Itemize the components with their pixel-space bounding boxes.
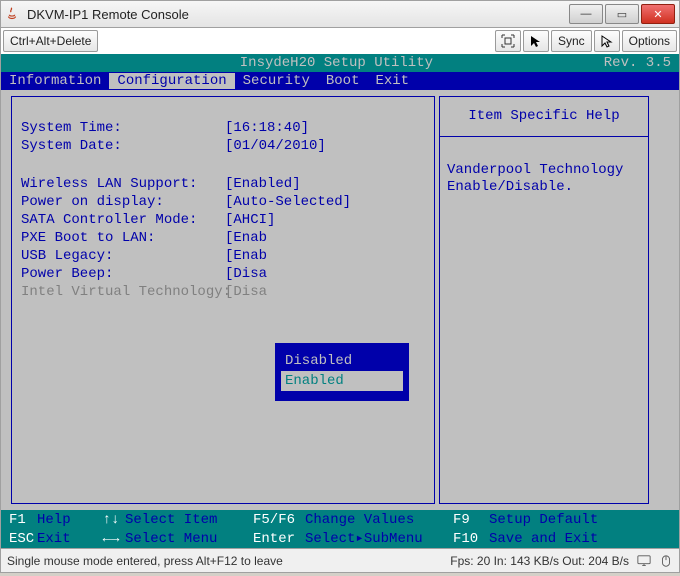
mouse-icon: [659, 554, 673, 568]
java-icon: [5, 6, 21, 22]
label-exit: Exit: [37, 531, 97, 547]
help-text: Vanderpool Technology Enable/Disable.: [447, 162, 643, 196]
bios-footer: F1 Help ↑↓ Select Item F5/F6 Change Valu…: [1, 510, 679, 548]
arrows-leftright: ←→: [97, 531, 125, 547]
option-popup[interactable]: Disabled Enabled: [274, 342, 410, 402]
status-left: Single mouse mode entered, press Alt+F12…: [7, 554, 442, 568]
bios-body: Item Specific Help Vanderpool Technology…: [1, 90, 679, 510]
help-title: Item Specific Help: [439, 108, 649, 124]
key-f5f6: F5/F6: [245, 512, 305, 528]
row-power-beep[interactable]: Power Beep:[Disa: [21, 266, 437, 282]
row-power-display[interactable]: Power on display:[Auto-Selected]: [21, 194, 437, 210]
label-help: Help: [37, 512, 97, 528]
row-intel-vt[interactable]: Intel Virtual Technology:[Disa: [21, 284, 437, 300]
label-setup-default: Setup Default: [489, 512, 598, 528]
label-select-submenu: Select▸SubMenu: [305, 530, 445, 547]
label-select-menu: Select Menu: [125, 531, 245, 547]
label-select-item: Select Item: [125, 512, 245, 528]
window-maximize-button[interactable]: ▭: [605, 4, 639, 24]
cursor-light-button[interactable]: [594, 30, 620, 52]
window-close-button[interactable]: ✕: [641, 4, 675, 24]
cursor-icon: [529, 34, 543, 48]
bios-menu-tabs[interactable]: Information Configuration Security Boot …: [1, 72, 679, 90]
cursor-outline-icon: [600, 34, 614, 48]
fullscreen-button[interactable]: [495, 30, 521, 52]
arrows-updown: ↑↓: [97, 512, 125, 528]
row-system-time[interactable]: System Time:[16:18:40]: [21, 120, 437, 136]
bios-header-title: InsydeH20 Setup Utility: [69, 55, 604, 71]
window-titlebar: DKVM-IP1 Remote Console — ▭ ✕: [0, 0, 680, 28]
monitor-icon: [637, 554, 651, 568]
bios-header: InsydeH20 Setup Utility Rev. 3.5: [1, 54, 679, 72]
remote-console[interactable]: InsydeH20 Setup Utility Rev. 3.5 Informa…: [0, 54, 680, 549]
key-f10: F10: [445, 531, 489, 547]
tab-configuration[interactable]: Configuration: [109, 73, 234, 89]
help-divider: [440, 136, 648, 137]
row-wlan-support[interactable]: Wireless LAN Support:[Enabled]: [21, 176, 437, 192]
expand-icon: [501, 34, 515, 48]
tab-information[interactable]: Information: [1, 73, 109, 89]
status-right: Fps: 20 In: 143 KB/s Out: 204 B/s: [450, 554, 629, 568]
key-esc: ESC: [1, 531, 37, 547]
help-panel-frame: [439, 96, 649, 504]
options-button[interactable]: Options: [622, 30, 677, 52]
window-title: DKVM-IP1 Remote Console: [27, 7, 567, 22]
toolbar: Ctrl+Alt+Delete Sync Options: [0, 28, 680, 54]
key-enter: Enter: [245, 531, 305, 547]
key-f9: F9: [445, 512, 489, 528]
tab-security[interactable]: Security: [235, 73, 318, 89]
status-bar: Single mouse mode entered, press Alt+F12…: [0, 549, 680, 573]
popup-option-disabled[interactable]: Disabled: [281, 351, 403, 371]
row-pxe-boot[interactable]: PXE Boot to LAN:[Enab: [21, 230, 437, 246]
ctrl-alt-delete-button[interactable]: Ctrl+Alt+Delete: [3, 30, 98, 52]
tab-exit[interactable]: Exit: [367, 73, 417, 89]
label-save-exit: Save and Exit: [489, 531, 598, 547]
popup-option-enabled[interactable]: Enabled: [281, 371, 403, 391]
key-f1: F1: [1, 512, 37, 528]
row-system-date[interactable]: System Date:[01/04/2010]: [21, 138, 437, 154]
window-minimize-button[interactable]: —: [569, 4, 603, 24]
main-panel-frame: [11, 96, 435, 504]
row-sata-mode[interactable]: SATA Controller Mode:[AHCI]: [21, 212, 437, 228]
cursor-bold-button[interactable]: [523, 30, 549, 52]
row-usb-legacy[interactable]: USB Legacy:[Enab: [21, 248, 437, 264]
sync-button[interactable]: Sync: [551, 30, 592, 52]
tab-boot[interactable]: Boot: [318, 73, 368, 89]
label-change-values: Change Values: [305, 512, 445, 528]
bios-header-rev: Rev. 3.5: [604, 55, 671, 71]
